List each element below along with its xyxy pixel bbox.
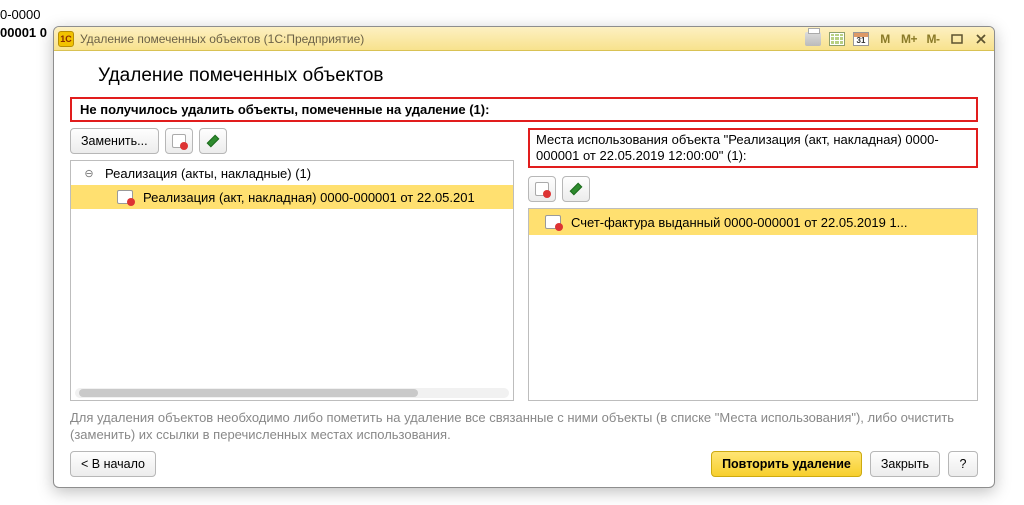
left-toolbar: Заменить... bbox=[70, 128, 514, 154]
right-column: Места использования объекта "Реализация … bbox=[528, 128, 978, 401]
list-item-label: Счет-фактура выданный 0000-000001 от 22.… bbox=[571, 215, 908, 230]
bg-line: 0-0000 bbox=[0, 6, 47, 24]
titlebar: 1C Удаление помеченных объектов (1С:Пред… bbox=[54, 27, 994, 51]
dialog-window: 1C Удаление помеченных объектов (1С:Пред… bbox=[53, 26, 995, 488]
maximize-icon[interactable] bbox=[948, 30, 966, 48]
list-item[interactable]: Счет-фактура выданный 0000-000001 от 22.… bbox=[529, 209, 977, 235]
titlebar-controls: 31 M M+ M- bbox=[804, 30, 990, 48]
error-heading: Не получилось удалить объекты, помеченны… bbox=[80, 102, 968, 117]
pencil-icon bbox=[206, 134, 220, 148]
right-list[interactable]: Счет-фактура выданный 0000-000001 от 22.… bbox=[528, 208, 978, 401]
dialog-body: Удаление помеченных объектов Не получило… bbox=[54, 51, 994, 487]
footer: < В начало Повторить удаление Закрыть ? bbox=[70, 451, 978, 477]
memory-mminus-icon[interactable]: M- bbox=[924, 30, 942, 48]
left-list[interactable]: ⊖ Реализация (акты, накладные) (1) Реали… bbox=[70, 160, 514, 401]
mark-delete-button[interactable] bbox=[165, 128, 193, 154]
page-title: Удаление помеченных объектов bbox=[98, 65, 978, 87]
close-button[interactable]: Закрыть bbox=[870, 451, 940, 477]
edit-button[interactable] bbox=[199, 128, 227, 154]
usage-heading: Места использования объекта "Реализация … bbox=[536, 132, 939, 163]
bg-line: 00001 0 bbox=[0, 24, 47, 42]
tree-group-label: Реализация (акты, накладные) (1) bbox=[105, 166, 311, 181]
tree-item-row[interactable]: Реализация (акт, накладная) 0000-000001 … bbox=[71, 185, 513, 209]
replace-button[interactable]: Заменить... bbox=[70, 128, 159, 154]
memory-m-icon[interactable]: M bbox=[876, 30, 894, 48]
tree-item-label: Реализация (акт, накладная) 0000-000001 … bbox=[143, 190, 475, 205]
scrollbar-thumb[interactable] bbox=[79, 389, 418, 397]
memory-mplus-icon[interactable]: M+ bbox=[900, 30, 918, 48]
print-icon[interactable] bbox=[804, 30, 822, 48]
app-icon: 1C bbox=[58, 31, 74, 47]
hint-text: Для удаления объектов необходимо либо по… bbox=[70, 409, 978, 443]
document-icon bbox=[545, 215, 561, 229]
left-column: Заменить... ⊖ Реализация (акты, накладны… bbox=[70, 128, 514, 401]
window-title: Удаление помеченных объектов (1С:Предпри… bbox=[80, 32, 364, 46]
mark-delete-button[interactable] bbox=[528, 176, 556, 202]
document-marked-icon bbox=[117, 190, 133, 204]
usage-heading-box: Места использования объекта "Реализация … bbox=[528, 128, 978, 168]
collapse-icon[interactable]: ⊖ bbox=[83, 167, 95, 180]
calculator-icon[interactable] bbox=[828, 30, 846, 48]
mark-delete-icon bbox=[535, 182, 549, 196]
close-icon[interactable] bbox=[972, 30, 990, 48]
mark-delete-icon bbox=[172, 134, 186, 148]
calendar-icon[interactable]: 31 bbox=[852, 30, 870, 48]
horizontal-scrollbar[interactable] bbox=[75, 388, 509, 398]
help-button[interactable]: ? bbox=[948, 451, 978, 477]
back-button[interactable]: < В начало bbox=[70, 451, 156, 477]
pencil-icon bbox=[569, 182, 583, 196]
background-text: 0-0000 00001 0 bbox=[0, 6, 47, 42]
retry-delete-button[interactable]: Повторить удаление bbox=[711, 451, 862, 477]
tree-group-row[interactable]: ⊖ Реализация (акты, накладные) (1) bbox=[71, 161, 513, 185]
edit-button[interactable] bbox=[562, 176, 590, 202]
error-heading-box: Не получилось удалить объекты, помеченны… bbox=[70, 97, 978, 122]
right-toolbar bbox=[528, 176, 978, 202]
